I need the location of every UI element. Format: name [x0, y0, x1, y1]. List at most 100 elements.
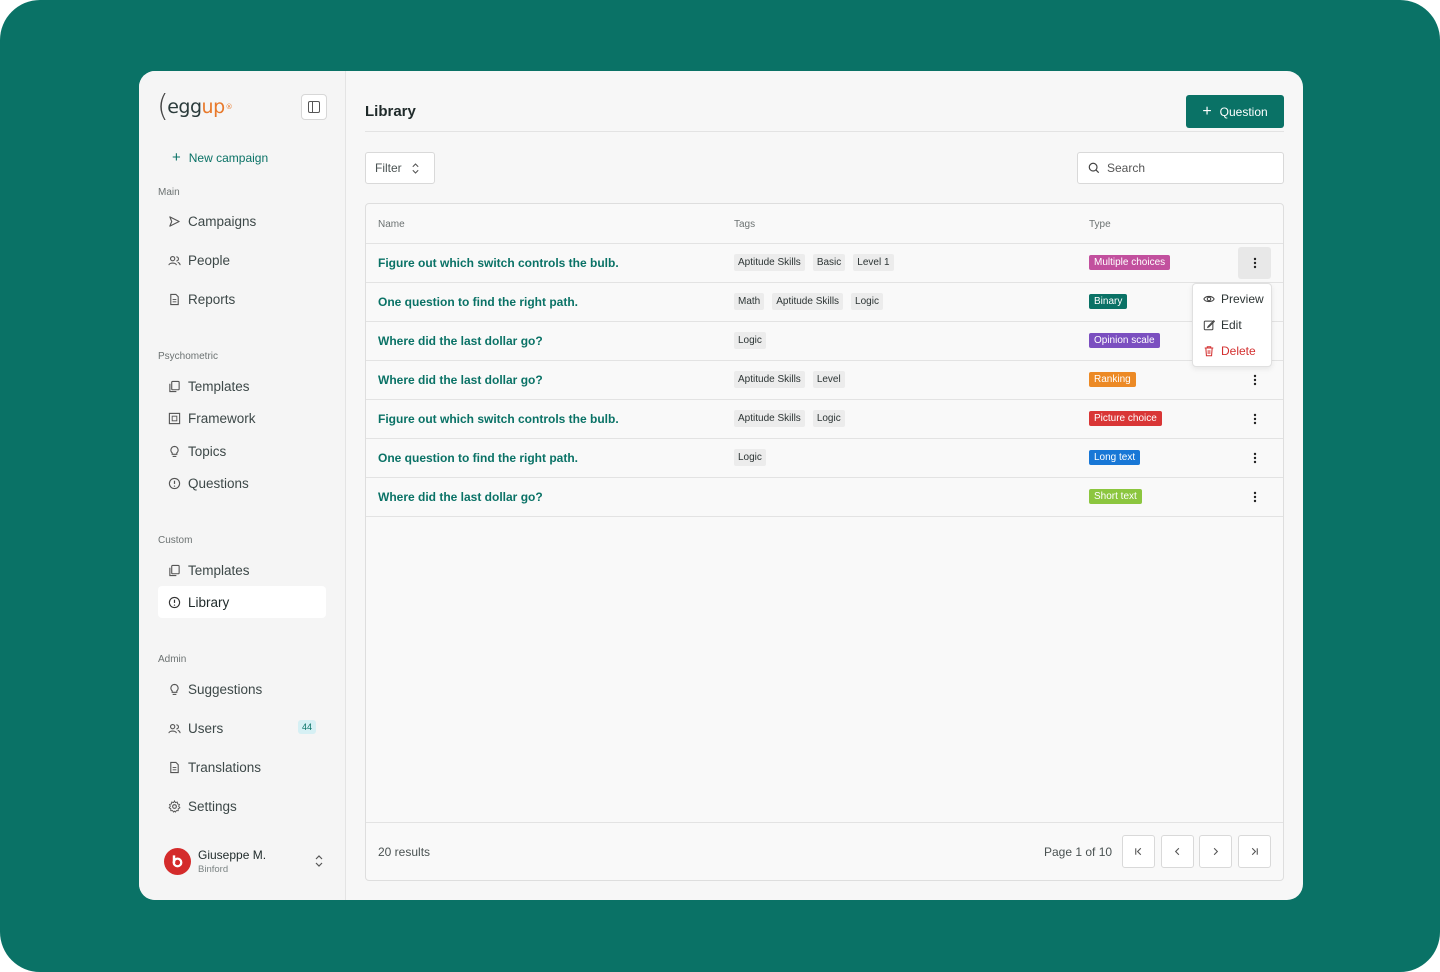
section-label-main: Main — [158, 187, 180, 198]
row-actions-menu: Preview Edit Delete — [1192, 283, 1272, 367]
menu-item-delete[interactable]: Delete — [1203, 344, 1256, 358]
type-badge: Opinion scale — [1089, 333, 1160, 348]
questions-table: Name Tags Type Figure out which switch c… — [365, 203, 1284, 881]
more-vertical-icon — [1253, 257, 1256, 269]
sidebar-item-custom-templates[interactable]: Templates — [158, 554, 326, 586]
sidebar-item-reports[interactable]: Reports — [158, 283, 326, 315]
users-count-badge: 44 — [297, 720, 316, 734]
sidebar-item-settings[interactable]: Settings — [158, 790, 326, 822]
search-box[interactable] — [1077, 152, 1284, 184]
table-row[interactable]: One question to find the right path. Logi… — [366, 439, 1283, 478]
sidebar-item-psychometric-templates[interactable]: Templates — [158, 370, 326, 402]
question-name-link[interactable]: Where did the last dollar go? — [378, 490, 543, 504]
row-actions-button[interactable] — [1238, 403, 1271, 435]
sidebar-item-users[interactable]: Users 44 — [158, 712, 326, 744]
table-header: Name Tags Type — [366, 204, 1283, 244]
sidebar-item-library[interactable]: Library — [158, 586, 326, 618]
tag-chip: Basic — [812, 254, 846, 271]
sidebar-item-topics[interactable]: Topics — [158, 435, 326, 467]
document-icon — [170, 761, 179, 773]
question-name-link[interactable]: Figure out which switch controls the bul… — [378, 256, 619, 270]
sidebar-collapse-button[interactable] — [301, 94, 327, 120]
lightbulb-icon — [170, 445, 179, 457]
app-window: (egg up ® + New campaign Main Campaigns Pe… — [139, 71, 1303, 900]
users-icon — [168, 255, 181, 265]
menu-item-edit[interactable]: Edit — [1203, 318, 1242, 332]
chevron-last-icon — [1251, 847, 1258, 856]
type-badge: Long text — [1089, 450, 1141, 465]
question-name-link[interactable]: Where did the last dollar go? — [378, 334, 543, 348]
eggup-logo[interactable]: (egg up ® — [157, 89, 233, 125]
sidebar-item-people[interactable]: People — [158, 244, 326, 276]
table-row[interactable]: Where did the last dollar go? Short text — [366, 478, 1283, 517]
tag-list: Logic — [734, 332, 766, 349]
last-page-button[interactable] — [1238, 835, 1271, 868]
eye-icon — [1203, 295, 1215, 303]
chevron-first-icon — [1135, 847, 1142, 856]
table-row[interactable]: Figure out which switch controls the bul… — [366, 400, 1283, 439]
user-info: Giuseppe M. Binford — [198, 848, 266, 875]
sidebar-item-translations[interactable]: Translations — [158, 751, 326, 783]
first-page-button[interactable] — [1122, 835, 1155, 868]
type-badge: Short text — [1089, 489, 1142, 504]
sidebar-item-suggestions[interactable]: Suggestions — [158, 673, 326, 705]
tag-chip: Aptitude Skills — [734, 254, 805, 271]
sidebar: (egg up ® + New campaign Main Campaigns Pe… — [139, 71, 346, 900]
chevron-up-down-icon — [315, 855, 323, 867]
tag-chip: Logic — [812, 410, 845, 427]
table-row[interactable]: Where did the last dollar go? Logic Opinio… — [366, 322, 1283, 361]
sidebar-item-questions[interactable]: Questions — [158, 467, 326, 499]
menu-item-preview[interactable]: Preview — [1203, 292, 1264, 306]
column-header-tags: Tags — [734, 219, 756, 230]
tag-list: Aptitude Skills Basic Level 1 — [734, 254, 894, 271]
more-vertical-icon — [1253, 491, 1256, 503]
add-question-button[interactable]: + Question — [1186, 95, 1284, 128]
beats-logo-icon — [169, 853, 186, 869]
results-count: 20 results — [378, 845, 431, 859]
row-actions-button[interactable] — [1238, 481, 1271, 513]
user-name: Giuseppe M. — [198, 847, 267, 862]
tag-chip: Level 1 — [853, 254, 894, 271]
filter-dropdown[interactable]: Filter — [365, 152, 435, 184]
tag-chip: Logic — [851, 293, 883, 310]
next-page-button[interactable] — [1199, 835, 1232, 868]
sidebar-item-framework[interactable]: Framework — [158, 402, 326, 434]
plus-icon: + — [1202, 102, 1212, 120]
previous-page-button[interactable] — [1161, 835, 1194, 868]
section-label-admin: Admin — [158, 654, 187, 665]
document-icon — [170, 293, 179, 305]
header-divider — [365, 131, 1284, 132]
tag-chip: Logic — [734, 332, 766, 349]
user-account-switcher[interactable]: Giuseppe M. Binford — [164, 846, 324, 876]
page-indicator: Page 1 of 10 — [1044, 845, 1113, 859]
tag-chip: Math — [734, 293, 765, 310]
templates-icon — [169, 380, 180, 392]
row-actions-button[interactable] — [1238, 364, 1271, 396]
row-actions-button[interactable] — [1238, 442, 1271, 474]
tag-chip: Level — [812, 371, 845, 388]
table-row[interactable]: One question to find the right path. Math… — [366, 283, 1283, 322]
question-name-link[interactable]: One question to find the right path. — [378, 451, 578, 465]
sidebar-item-campaigns[interactable]: Campaigns — [158, 205, 326, 237]
tag-chip: Aptitude Skills — [734, 371, 805, 388]
search-icon — [1088, 162, 1100, 174]
search-input[interactable] — [1107, 161, 1267, 175]
question-name-link[interactable]: Where did the last dollar go? — [378, 373, 543, 387]
table-row[interactable]: Figure out which switch controls the bul… — [366, 244, 1283, 283]
edit-icon — [1203, 320, 1215, 331]
question-name-link[interactable]: Figure out which switch controls the bul… — [378, 412, 619, 426]
templates-icon — [169, 564, 180, 576]
new-campaign-button[interactable]: + New campaign — [172, 150, 268, 165]
more-vertical-icon — [1253, 413, 1256, 425]
question-name-link[interactable]: One question to find the right path. — [378, 295, 578, 309]
users-icon — [168, 723, 181, 733]
table-row[interactable]: Where did the last dollar go? Aptitude Sk… — [366, 361, 1283, 400]
question-circle-icon — [168, 477, 181, 489]
type-badge: Picture choice — [1089, 411, 1162, 426]
column-header-name: Name — [378, 219, 405, 230]
framework-icon — [168, 412, 181, 424]
tag-chip: Aptitude Skills — [734, 410, 805, 427]
tag-chip: Aptitude Skills — [772, 293, 844, 310]
type-badge: Multiple choices — [1089, 255, 1171, 270]
row-actions-button[interactable] — [1238, 247, 1271, 279]
